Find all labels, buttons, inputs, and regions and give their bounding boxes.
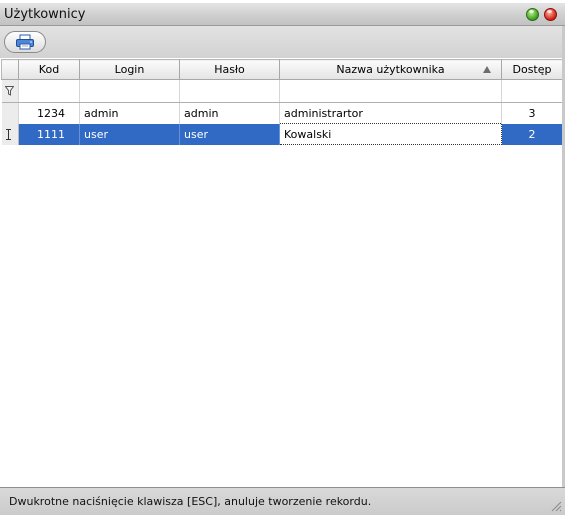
filter-indicator [1,79,19,103]
column-header-haslo[interactable]: Hasło [179,59,280,80]
toolbar [0,26,565,58]
cell-haslo[interactable]: admin [179,102,280,124]
row-indicator[interactable] [1,102,19,124]
column-header-login[interactable]: Login [79,59,180,80]
cell-dostep[interactable]: 2 [501,123,563,145]
column-header-nazwa[interactable]: Nazwa użytkownika [279,59,502,80]
cell-nazwa-editor[interactable]: Kowalski [279,123,502,145]
filter-cell-login[interactable] [79,79,180,103]
cell-login[interactable]: user [79,123,180,145]
cell-kod[interactable]: 1111 [18,123,80,145]
filter-row [1,79,563,103]
printer-icon [16,34,34,50]
filter-icon [4,86,14,96]
cell-nazwa[interactable]: administrartor [279,102,502,124]
filter-cell-kod[interactable] [18,79,80,103]
resize-grip-icon[interactable] [550,500,562,512]
close-button[interactable] [544,8,557,21]
cell-login[interactable]: admin [79,102,180,124]
cell-haslo[interactable]: user [179,123,280,145]
window-title: Użytkownicy [4,7,86,22]
text-cursor-icon [5,128,11,140]
maximize-button[interactable] [526,8,539,21]
table-row[interactable]: 1234 admin admin administrartor 3 [1,102,563,124]
print-button[interactable] [4,31,46,53]
sort-ascending-icon [483,66,491,73]
cell-kod[interactable]: 1234 [18,102,80,124]
filter-cell-nazwa[interactable] [279,79,502,103]
header-indicator [1,59,19,80]
column-header-kod[interactable]: Kod [18,59,80,80]
status-message: Dwukrotne naciśnięcie klawisza [ESC], an… [9,495,372,508]
row-edit-indicator[interactable] [1,123,19,145]
filter-cell-dostep[interactable] [501,79,563,103]
users-grid: Kod Login Hasło Nazwa użytkownika Dostęp [1,59,563,145]
status-bar: Dwukrotne naciśnięcie klawisza [ESC], an… [0,487,565,515]
title-bar[interactable]: Użytkownicy [0,3,565,26]
column-header-nazwa-label: Nazwa użytkownika [336,63,445,76]
table-row-selected[interactable]: 1111 user user Kowalski 2 [1,123,563,145]
cell-dostep[interactable]: 3 [501,102,563,124]
header-row: Kod Login Hasło Nazwa użytkownika Dostęp [1,59,563,80]
filter-cell-haslo[interactable] [179,79,280,103]
column-header-dostep[interactable]: Dostęp [501,59,563,80]
